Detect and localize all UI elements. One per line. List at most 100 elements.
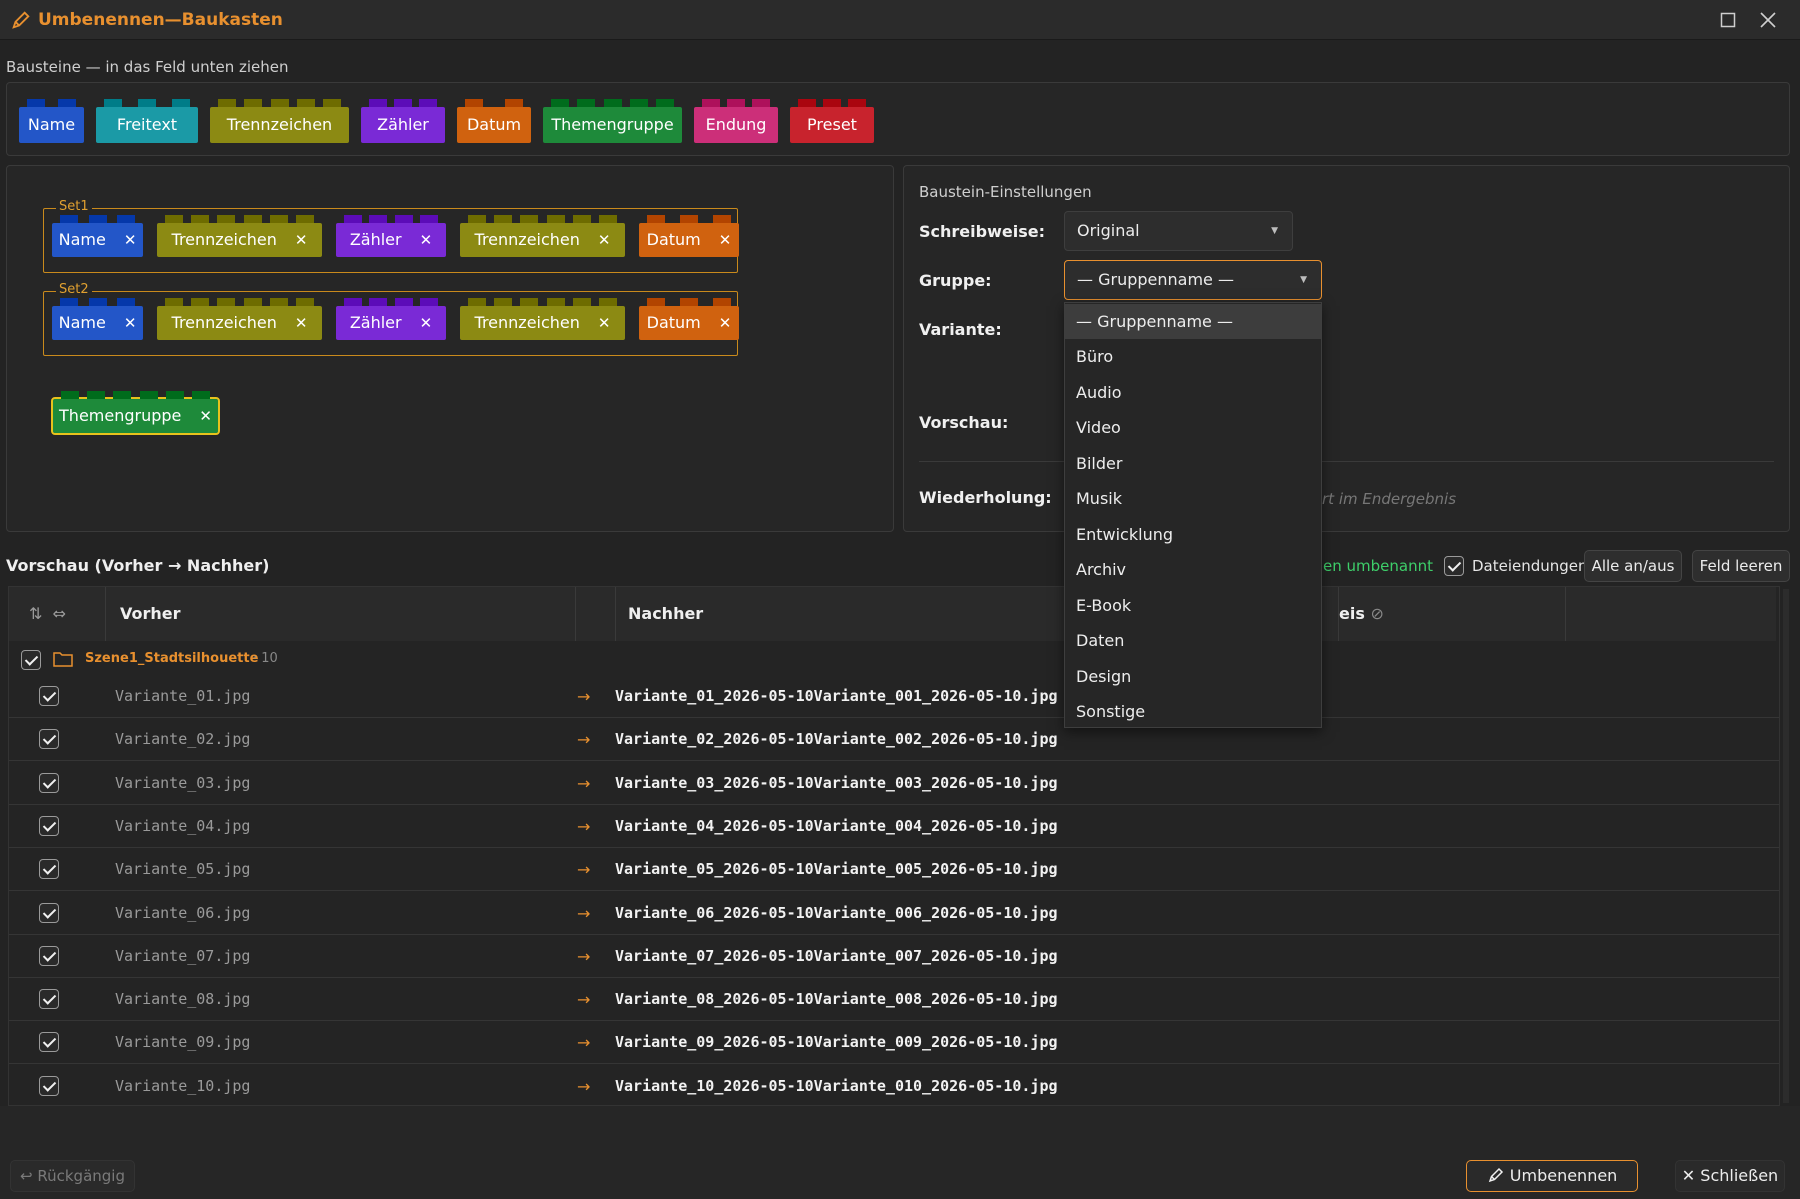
sort-icon[interactable]: ⇅ bbox=[29, 604, 42, 623]
swap-icon[interactable]: ⇔ bbox=[53, 604, 66, 623]
brick-trennzeichen[interactable]: Trennzeichen ✕ bbox=[460, 298, 625, 340]
table-row[interactable]: Variante_02.jpg → Variante_02_2026-05-10Va… bbox=[9, 718, 1779, 762]
row-checkbox[interactable] bbox=[39, 815, 59, 836]
remove-icon[interactable]: ✕ bbox=[598, 231, 611, 249]
brick-stud bbox=[468, 215, 486, 223]
remove-icon[interactable]: ✕ bbox=[598, 314, 611, 332]
brick-themengruppe[interactable]: Themengruppe bbox=[543, 99, 682, 143]
brick-stud bbox=[420, 298, 438, 306]
remove-icon[interactable]: ✕ bbox=[719, 314, 732, 332]
dropdown-option[interactable]: Design bbox=[1065, 659, 1321, 694]
brick-trennzeichen[interactable]: Trennzeichen ✕ bbox=[460, 215, 625, 257]
table-row[interactable]: Variante_05.jpg → Variante_05_2026-05-10Va… bbox=[9, 848, 1779, 892]
row-checkbox[interactable] bbox=[39, 859, 59, 880]
table-row[interactable]: Variante_03.jpg → Variante_03_2026-05-10Va… bbox=[9, 762, 1779, 805]
maximize-icon[interactable] bbox=[1715, 7, 1741, 33]
brick-zhler[interactable]: Zähler ✕ bbox=[336, 298, 446, 340]
brick-stud bbox=[139, 391, 158, 399]
schreibweise-select[interactable]: Original ▼ bbox=[1064, 211, 1293, 251]
table-row[interactable]: Variante_01.jpg → Variante_01_2026-05-10Va… bbox=[9, 675, 1779, 718]
group-row[interactable]: Szene1_Stadtsilhouette · 10 bbox=[9, 641, 1779, 675]
gruppe-select[interactable]: — Gruppenname — ▼ bbox=[1064, 260, 1322, 300]
brick-name[interactable]: Name bbox=[19, 99, 84, 143]
row-checkbox[interactable] bbox=[39, 686, 59, 706]
table-row[interactable]: Variante_09.jpg → Variante_09_2026-05-10Va… bbox=[9, 1021, 1779, 1065]
rename-button[interactable]: Umbenennen bbox=[1466, 1160, 1638, 1192]
row-checkbox[interactable] bbox=[39, 729, 59, 750]
brick-zhler[interactable]: Zähler bbox=[361, 99, 445, 143]
preview-title: Vorschau (Vorher → Nachher) bbox=[6, 556, 270, 575]
row-checkbox[interactable] bbox=[39, 902, 59, 923]
dropdown-option[interactable]: Audio bbox=[1065, 375, 1321, 410]
arrow-right-icon: → bbox=[577, 946, 591, 966]
dropdown-option[interactable]: Archiv bbox=[1065, 552, 1321, 587]
remove-icon[interactable]: ✕ bbox=[199, 407, 212, 425]
row-checkbox[interactable] bbox=[39, 1075, 59, 1096]
remove-icon[interactable]: ✕ bbox=[295, 231, 308, 249]
column-hint-label: eis bbox=[1339, 604, 1365, 623]
table-row[interactable]: Variante_10.jpg → Variante_10_2026-05-10Va… bbox=[9, 1065, 1779, 1108]
brick-label: Trennzeichen bbox=[474, 313, 580, 332]
undo-button[interactable]: ↩ Rückgängig bbox=[10, 1160, 135, 1192]
close-icon[interactable] bbox=[1755, 7, 1781, 33]
table-row[interactable]: Variante_07.jpg → Variante_07_2026-05-10Va… bbox=[9, 935, 1779, 978]
table-row[interactable]: Variante_08.jpg → Variante_08_2026-05-10Va… bbox=[9, 978, 1779, 1022]
row-checkbox[interactable] bbox=[39, 989, 59, 1010]
dropdown-option[interactable]: Büro bbox=[1065, 339, 1321, 374]
brick-stud bbox=[269, 298, 288, 306]
remove-icon[interactable]: ✕ bbox=[719, 231, 732, 249]
set-group[interactable]: Set1 Name ✕ Trennzeichen ✕ Zähler ✕ Trennzeiche… bbox=[43, 199, 739, 273]
remove-icon[interactable]: ✕ bbox=[124, 231, 137, 249]
dropdown-option[interactable]: Bilder bbox=[1065, 446, 1321, 481]
brick-trennzeichen[interactable]: Trennzeichen ✕ bbox=[157, 215, 322, 257]
dropdown-option[interactable]: E-Book bbox=[1065, 588, 1321, 623]
scrollbar[interactable] bbox=[1783, 589, 1789, 1103]
group-checkbox[interactable] bbox=[21, 650, 41, 670]
wiederholung-label: Wiederholung: bbox=[919, 488, 1052, 507]
set-group[interactable]: Set2 Name ✕ Trennzeichen ✕ Zähler ✕ Trennzeiche… bbox=[43, 282, 739, 356]
dropdown-option[interactable]: Video bbox=[1065, 410, 1321, 445]
brick-stud bbox=[87, 391, 106, 399]
brick-trennzeichen[interactable]: Trennzeichen ✕ bbox=[157, 298, 322, 340]
palette-label: Bausteine — in das Feld unten ziehen bbox=[6, 58, 289, 76]
dropdown-option[interactable]: Musik bbox=[1065, 481, 1321, 516]
column-hint[interactable]: eis ⊘ bbox=[1339, 587, 1566, 641]
dropdown-option[interactable]: Daten bbox=[1065, 623, 1321, 658]
remove-icon[interactable]: ✕ bbox=[420, 231, 433, 249]
footer: ↩ Rückgängig Umbenennen ✕ Schließen bbox=[0, 1106, 1800, 1199]
remove-icon[interactable]: ✕ bbox=[420, 314, 433, 332]
no-entry-icon: ⊘ bbox=[1370, 604, 1384, 623]
remove-icon[interactable]: ✕ bbox=[124, 314, 137, 332]
brick-themengruppe[interactable]: Themengruppe ✕ bbox=[51, 391, 220, 435]
row-checkbox[interactable] bbox=[39, 772, 59, 793]
brick-trennzeichen[interactable]: Trennzeichen bbox=[210, 99, 349, 143]
toggle-all-button[interactable]: Alle an/aus bbox=[1584, 550, 1682, 582]
gruppe-value: — Gruppenname — bbox=[1077, 270, 1234, 289]
brick-datum[interactable]: Datum bbox=[457, 99, 531, 143]
dateiendungen-checkbox[interactable] bbox=[1444, 556, 1464, 576]
sort-header[interactable]: ⇅ ⇔ bbox=[9, 587, 106, 641]
remove-icon[interactable]: ✕ bbox=[295, 314, 308, 332]
brick-endung[interactable]: Endung bbox=[694, 99, 778, 143]
dropdown-option[interactable]: Entwicklung bbox=[1065, 517, 1321, 552]
dropdown-option[interactable]: Sonstige bbox=[1065, 694, 1321, 729]
build-canvas[interactable]: Set1 Name ✕ Trennzeichen ✕ Zähler ✕ Trennzeiche… bbox=[6, 165, 894, 532]
clear-field-button[interactable]: Feld leeren bbox=[1692, 550, 1790, 582]
column-before[interactable]: Vorher bbox=[106, 587, 576, 641]
table-row[interactable]: Variante_04.jpg → Variante_04_2026-05-10Va… bbox=[9, 805, 1779, 848]
brick-freitext[interactable]: Freitext bbox=[96, 99, 198, 143]
dropdown-option[interactable]: — Gruppenname — bbox=[1065, 303, 1321, 339]
brick-name[interactable]: Name ✕ bbox=[52, 298, 143, 340]
close-button[interactable]: ✕ Schließen bbox=[1675, 1160, 1785, 1192]
brick-name[interactable]: Name ✕ bbox=[52, 215, 143, 257]
set-label: Set2 bbox=[56, 282, 92, 297]
row-checkbox[interactable] bbox=[39, 945, 59, 966]
brick-zhler[interactable]: Zähler ✕ bbox=[336, 215, 446, 257]
brick-stud bbox=[296, 215, 314, 223]
brick-datum[interactable]: Datum ✕ bbox=[639, 298, 739, 340]
brick-stud bbox=[647, 298, 665, 306]
table-row[interactable]: Variante_06.jpg → Variante_06_2026-05-10Va… bbox=[9, 892, 1779, 935]
brick-preset[interactable]: Preset bbox=[790, 99, 874, 143]
brick-datum[interactable]: Datum ✕ bbox=[639, 215, 739, 257]
row-checkbox[interactable] bbox=[39, 1032, 59, 1053]
